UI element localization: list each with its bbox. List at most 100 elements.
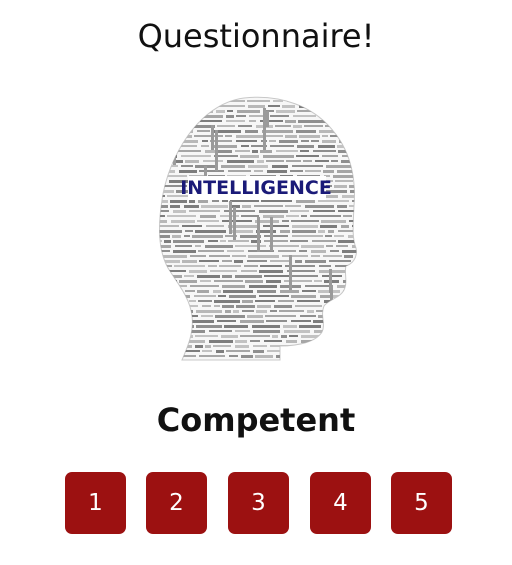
- rating-button-3[interactable]: 3: [228, 472, 289, 534]
- word-cloud-word: [321, 220, 346, 223]
- word-cloud-word: [320, 225, 337, 228]
- word-cloud-word: [359, 165, 364, 167]
- word-cloud-word: [265, 135, 283, 137]
- word-cloud-word: [238, 125, 252, 127]
- word-cloud-word: [259, 210, 288, 213]
- word-cloud-word: [344, 255, 353, 258]
- word-cloud-word: [248, 165, 268, 168]
- word-cloud-word: [178, 115, 195, 118]
- word-cloud-word: [166, 170, 175, 173]
- word-cloud-word: [292, 235, 323, 237]
- word-cloud-word: [293, 115, 316, 117]
- word-cloud-word: [256, 310, 267, 313]
- word-cloud-word: [224, 325, 248, 328]
- word-cloud-word: [262, 130, 293, 133]
- word-cloud-word: [214, 305, 220, 307]
- word-cloud-word: [264, 340, 282, 342]
- word-cloud-word: [159, 310, 181, 312]
- word-cloud-word: [267, 350, 288, 352]
- word-cloud-word: [173, 250, 196, 253]
- word-cloud-word: [335, 265, 357, 267]
- word-cloud-word: [292, 165, 323, 167]
- word-cloud-word: [264, 240, 288, 242]
- word-cloud-word: [290, 170, 303, 172]
- word-cloud-word: [287, 100, 296, 102]
- word-cloud-word: [322, 140, 336, 143]
- word-cloud-word: [202, 350, 212, 352]
- word-cloud-word: [175, 315, 198, 317]
- word-cloud-word: [326, 245, 333, 247]
- word-cloud-word: [159, 235, 170, 238]
- word-cloud-word: [319, 265, 331, 267]
- word-cloud-word: [337, 205, 347, 208]
- word-cloud-word: [182, 225, 202, 227]
- word-cloud-word: [194, 135, 223, 137]
- word-cloud-word: [181, 335, 193, 338]
- word-cloud-word: [296, 155, 319, 157]
- word-cloud-word: [266, 320, 287, 322]
- word-cloud-word: [197, 130, 210, 132]
- word-cloud-word: [240, 320, 264, 323]
- word-cloud-word: [198, 300, 212, 302]
- word-cloud-word: [210, 270, 237, 272]
- word-cloud-word: [159, 290, 182, 292]
- word-cloud-word: [159, 215, 165, 217]
- word-cloud-word: [159, 345, 179, 348]
- word-cloud-word: [241, 145, 249, 147]
- word-cloud-word: [244, 265, 258, 267]
- word-cloud-word: [348, 235, 357, 238]
- word-cloud-word: [327, 350, 355, 353]
- word-cloud-word: [237, 110, 260, 113]
- word-cloud-word: [205, 105, 212, 107]
- word-cloud-word: [285, 205, 301, 207]
- word-cloud-word: [241, 355, 253, 358]
- word-cloud-word: [226, 120, 245, 122]
- word-cloud-word: [179, 280, 197, 283]
- word-cloud-word: [354, 135, 357, 138]
- word-cloud-word: [219, 265, 241, 267]
- rating-button-2[interactable]: 2: [146, 472, 207, 534]
- word-cloud-word: [302, 290, 316, 292]
- word-cloud-word: [199, 355, 225, 357]
- word-cloud-word: [283, 325, 297, 328]
- rating-button-1[interactable]: 1: [65, 472, 126, 534]
- word-cloud-word: [159, 190, 174, 193]
- word-cloud-word: [194, 105, 203, 107]
- word-cloud-word: [225, 310, 231, 313]
- word-cloud-word: [159, 315, 171, 317]
- word-cloud-word: [177, 355, 196, 357]
- word-cloud-word: [159, 265, 172, 267]
- rating-button-5[interactable]: 5: [391, 472, 452, 534]
- word-cloud-word: [171, 220, 195, 223]
- word-cloud-word: [352, 245, 357, 248]
- word-cloud-word: [164, 240, 171, 243]
- word-cloud-word: [285, 135, 297, 138]
- word-cloud-word: [242, 205, 251, 208]
- word-cloud-word: [295, 260, 302, 263]
- word-cloud-word: [319, 270, 348, 273]
- word-cloud-word: [222, 200, 228, 202]
- word-cloud-word: [349, 130, 357, 132]
- word-cloud-word: [189, 210, 220, 212]
- word-cloud-word: [189, 270, 207, 273]
- word-cloud-word: [326, 165, 357, 168]
- word-cloud-word: [304, 125, 323, 127]
- word-cloud-word: [222, 285, 245, 288]
- word-cloud-word: [235, 345, 249, 348]
- word-cloud-word: [331, 160, 338, 162]
- rating-button-4[interactable]: 4: [310, 472, 371, 534]
- word-cloud-word: [252, 325, 280, 328]
- word-cloud-word: [252, 150, 258, 153]
- word-cloud-word: [245, 280, 263, 283]
- word-cloud-word: [217, 125, 235, 127]
- word-cloud-word: [316, 100, 326, 103]
- word-cloud-word: [159, 340, 178, 343]
- word-cloud-word: [270, 115, 289, 117]
- word-cloud-word: [240, 155, 259, 158]
- word-cloud-word: [334, 235, 344, 237]
- word-cloud-word: [159, 105, 168, 108]
- word-cloud-word: [328, 100, 348, 102]
- word-cloud-word: [278, 300, 294, 302]
- word-cloud-word: [296, 200, 315, 203]
- word-cloud-word: [267, 170, 287, 173]
